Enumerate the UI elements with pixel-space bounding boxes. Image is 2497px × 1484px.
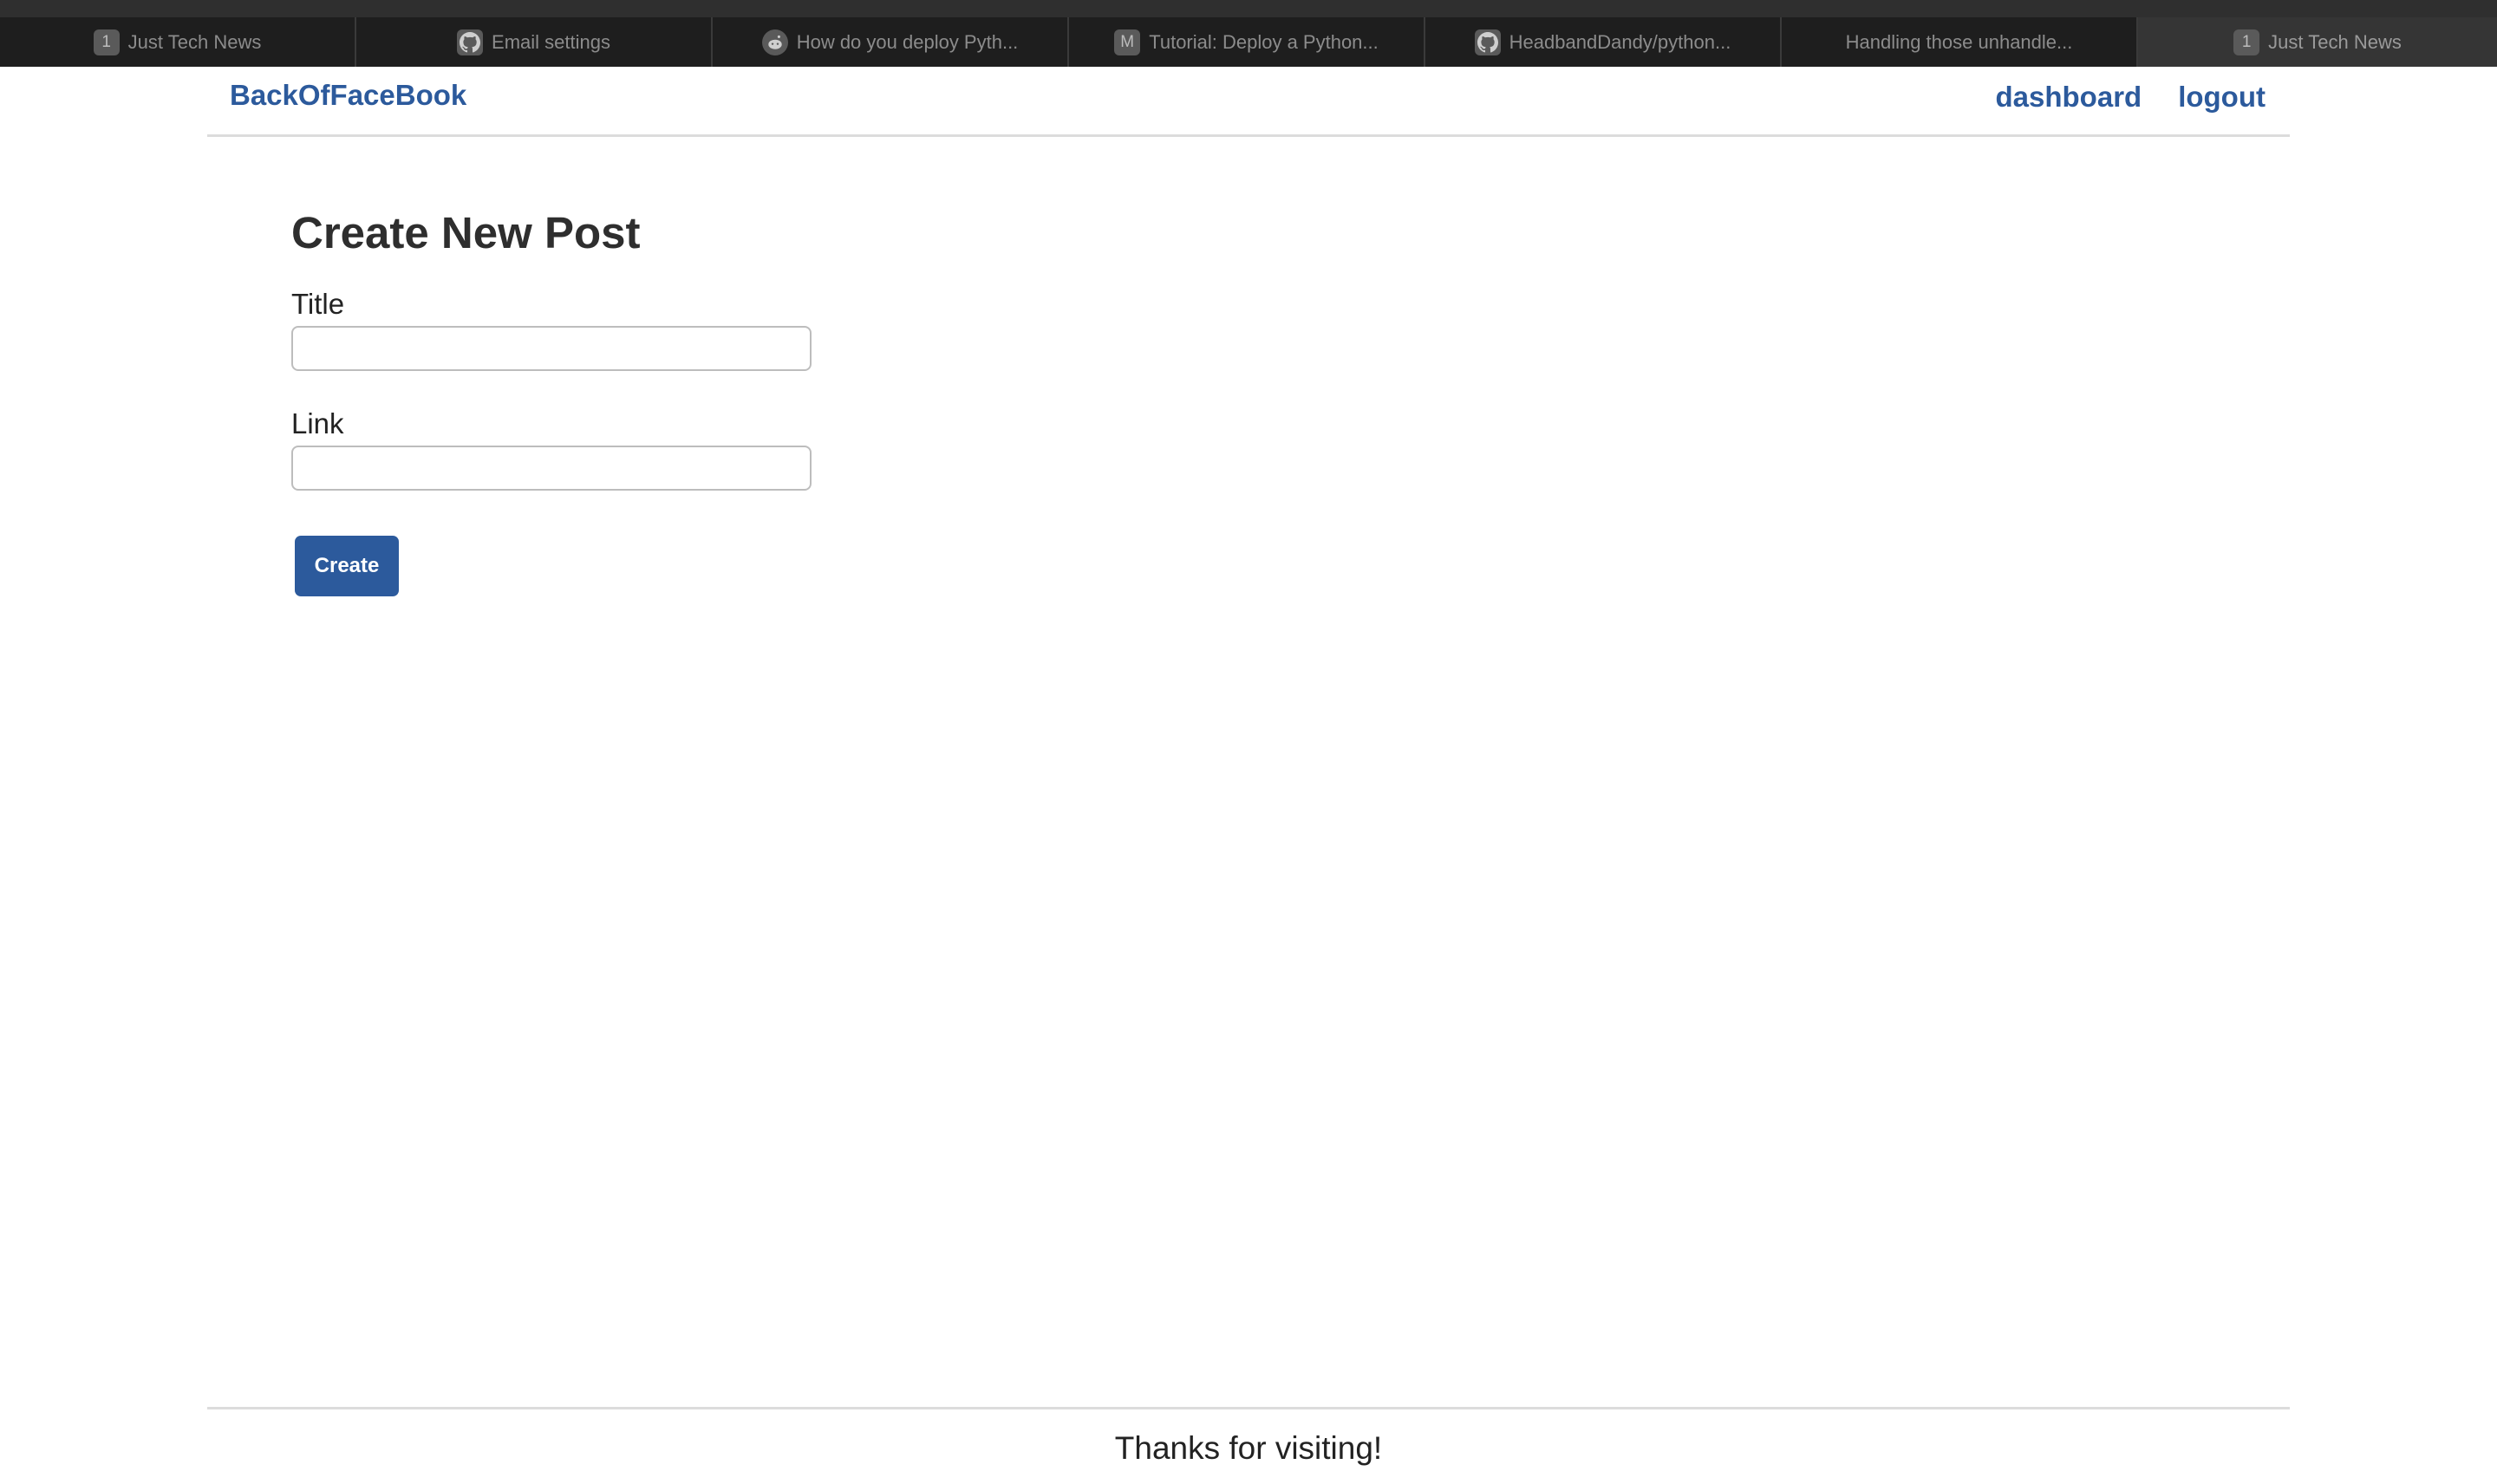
tab-title: HeadbandDandy/python...	[1509, 30, 1731, 53]
footer-text: Thanks for visiting!	[1114, 1430, 1383, 1466]
tab-title: Email settings	[492, 30, 610, 53]
number-badge-icon: 1	[2233, 29, 2260, 55]
title-label: Title	[291, 288, 345, 320]
brand-link[interactable]: BackOfFaceBook	[230, 79, 466, 112]
logout-link[interactable]: logout	[2178, 81, 2266, 114]
number-badge-icon: 1	[93, 29, 120, 55]
link-input[interactable]	[291, 446, 812, 491]
dashboard-link[interactable]: dashboard	[1996, 81, 2142, 114]
link-label: Link	[291, 407, 344, 439]
browser-tab[interactable]: Handling those unhandle...	[1782, 17, 2138, 67]
create-button[interactable]: Create	[295, 536, 399, 596]
browser-tab[interactable]: Email settings	[356, 17, 713, 67]
nav-links: dashboard logout	[1996, 81, 2266, 114]
page: BackOfFaceBook dashboard logout Create N…	[207, 67, 2290, 1484]
browser-tab[interactable]: How do you deploy Pyth...	[713, 17, 1069, 67]
browser-tab[interactable]: M Tutorial: Deploy a Python...	[1069, 17, 1425, 67]
footer: Thanks for visiting!	[207, 1407, 2290, 1467]
browser-tab[interactable]: 1 Just Tech News	[0, 17, 356, 67]
github-icon	[1474, 29, 1501, 55]
reddit-icon	[761, 29, 788, 55]
github-icon	[457, 29, 484, 55]
browser-tab[interactable]: HeadbandDandy/python...	[1425, 17, 1782, 67]
page-title: Create New Post	[291, 208, 641, 257]
navbar: BackOfFaceBook dashboard logout	[207, 67, 2290, 137]
tab-title: Just Tech News	[127, 30, 262, 53]
tab-title: How do you deploy Pyth...	[796, 30, 1019, 53]
create-post-form: Create New Post Title Link Create	[291, 211, 812, 596]
browser-tab-strip: 1 Just Tech News Email settings How do y…	[0, 0, 2497, 67]
tab-list: 1 Just Tech News Email settings How do y…	[0, 17, 2497, 67]
tab-title: Tutorial: Deploy a Python...	[1149, 30, 1379, 53]
tab-title: Just Tech News	[2268, 30, 2402, 53]
browser-tab-active[interactable]: 1 Just Tech News	[2138, 17, 2497, 67]
medium-icon: M	[1114, 29, 1141, 55]
tab-title: Handling those unhandle...	[1845, 30, 2073, 53]
title-input[interactable]	[291, 326, 812, 371]
